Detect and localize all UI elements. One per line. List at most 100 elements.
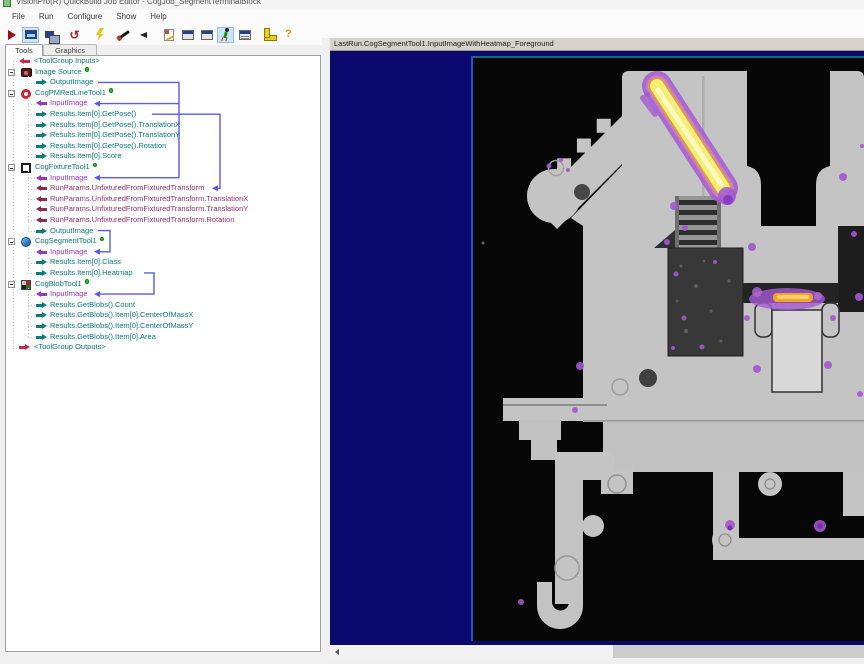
status-dot — [85, 279, 90, 284]
image-window-1-button[interactable] — [179, 27, 196, 43]
menu-help[interactable]: Help — [143, 11, 173, 23]
input-arrow-icon — [36, 185, 47, 192]
tree-row[interactable]: <ToolGroup Inputs> — [6, 56, 320, 67]
status-dot — [85, 67, 90, 72]
tree-row[interactable]: RunParams.UnfixturedFromFixturedTransfor… — [6, 204, 320, 215]
tree-row-label: RunParams.UnfixturedFromFixturedTransfor… — [50, 204, 248, 215]
tree-row[interactable]: Results.Item[0].Heatmap — [6, 268, 320, 279]
tree-row-label: CogSegmentTool1 — [35, 236, 104, 247]
tree-row[interactable]: CogSegmentTool1 — [6, 236, 320, 247]
live2-icon — [45, 31, 54, 38]
status-dot — [109, 88, 114, 93]
image-window-2-button[interactable] — [198, 27, 215, 43]
tree-guide-line — [13, 61, 19, 62]
tree-row[interactable]: Results.Item[0].GetPose().TranslationX — [6, 120, 320, 131]
tree-row[interactable]: RunParams.UnfixturedFromFixturedTransfor… — [6, 215, 320, 226]
window-layout-button[interactable] — [236, 27, 253, 43]
tree-row[interactable]: InputImage — [6, 247, 320, 258]
output-arrow-icon — [36, 259, 47, 266]
tree-row-label: CogFixtureTool1 — [35, 162, 97, 173]
tree-row[interactable]: Results.Item[0].GetPose().Rotation — [6, 141, 320, 152]
tree-guide-line — [28, 263, 36, 264]
tree-guide-line — [28, 273, 36, 274]
tree-row[interactable]: CogBlobTool1 — [6, 279, 320, 290]
horizontal-scrollbar[interactable] — [330, 645, 864, 658]
tree-row[interactable]: Image Source — [6, 67, 320, 78]
bolt-icon — [95, 28, 104, 41]
output-arrow-icon — [19, 344, 30, 351]
tree-row[interactable]: CogPMRedLineTool1 — [6, 88, 320, 99]
live-display-all-button[interactable] — [41, 27, 58, 43]
tree-row[interactable]: Results.Item[0].GetPose() — [6, 109, 320, 120]
menu-run[interactable]: Run — [32, 11, 61, 23]
tree-row[interactable]: Results.GetBlobs().Count — [6, 300, 320, 311]
tree-guide-line — [28, 97, 29, 157]
tree-row[interactable]: <ToolGroup Outputs> — [6, 342, 320, 353]
panel-splitter[interactable] — [322, 38, 330, 658]
tree-row-label: InputImage — [50, 289, 88, 300]
tree-row[interactable]: Results.Item[0].Score — [6, 151, 320, 162]
tree-guide-line — [28, 178, 36, 179]
tree-row-label: RunParams.UnfixturedFromFixturedTransfor… — [50, 194, 248, 205]
image-view-title: LastRun.CogSegmentTool1.InputImageWithHe… — [334, 39, 554, 48]
win-icon — [182, 30, 194, 40]
tree-row-label: Results.GetBlobs().Item[0].CenterOfMassY — [50, 321, 193, 332]
tool-tree-panel: <ToolGroup Inputs>Image SourceOutputImag… — [5, 55, 321, 652]
tree-row-label: InputImage — [50, 247, 88, 258]
tree-row[interactable]: Results.Item[0].Class — [6, 257, 320, 268]
pointer-button[interactable] — [135, 27, 152, 43]
tree-row[interactable]: OutputImage — [6, 77, 320, 88]
job-document-button[interactable] — [160, 27, 177, 43]
title-bar: VisionPro(R) QuickBuild Job Editor - Cog… — [0, 0, 864, 10]
tree-row[interactable]: OutputImage — [6, 226, 320, 237]
job-run-mode-button[interactable] — [217, 27, 234, 43]
scrollbar-thumb[interactable] — [613, 645, 864, 658]
menu-file[interactable]: File — [5, 11, 32, 23]
win-icon — [201, 30, 213, 40]
winlist-icon — [239, 30, 251, 40]
tree-guide-line — [28, 199, 36, 200]
tree-row[interactable]: Results.GetBlobs().Item[0].Area — [6, 332, 320, 343]
tree-row-label: Results.GetBlobs().Item[0].Area — [50, 332, 156, 343]
pmredline-tool-icon — [21, 89, 31, 99]
tree-row-label: Results.Item[0].GetPose().TranslationX — [50, 120, 180, 131]
app-icon — [3, 0, 11, 7]
tree-row-label: OutputImage — [50, 226, 93, 237]
pointer-icon — [140, 32, 147, 38]
tree-row[interactable]: CogFixtureTool1 — [6, 162, 320, 173]
help-button[interactable]: ? — [280, 27, 297, 43]
run-job-button[interactable] — [3, 27, 20, 43]
input-arrow-icon — [36, 217, 47, 224]
blob-tool-icon — [21, 280, 31, 290]
paintbrush-button[interactable] — [116, 27, 133, 43]
tree-row[interactable]: RunParams.UnfixturedFromFixturedTransfor… — [6, 183, 320, 194]
tree-row-label: OutputImage — [50, 77, 93, 88]
menu-configure[interactable]: Configure — [61, 11, 110, 23]
image-display-area[interactable] — [330, 51, 864, 645]
profiler-button[interactable] — [261, 27, 278, 43]
scroll-left-button[interactable] — [330, 645, 343, 658]
reset-button[interactable]: ↺ — [66, 27, 83, 43]
live-display-button[interactable] — [22, 27, 39, 43]
tree-row-label: <ToolGroup Outputs> — [34, 342, 106, 353]
status-dot — [100, 237, 105, 242]
tree-row[interactable]: InputImage — [6, 173, 320, 184]
tree-row-label: Results.Item[0].GetPose().TranslationY — [50, 130, 180, 141]
tree-guide-line — [28, 305, 36, 306]
tree-row[interactable]: InputImage — [6, 289, 320, 300]
tree-row[interactable]: RunParams.UnfixturedFromFixturedTransfor… — [6, 194, 320, 205]
trigger-button[interactable] — [91, 27, 108, 43]
tree-row-label: Image Source — [35, 67, 89, 78]
menu-show[interactable]: Show — [109, 11, 143, 23]
tree-guide-line — [28, 146, 36, 147]
tree-row[interactable]: InputImage — [6, 98, 320, 109]
tree-row[interactable]: Results.Item[0].GetPose().TranslationY — [6, 130, 320, 141]
tree-guide-line — [28, 189, 36, 190]
tree-guide-line — [28, 316, 36, 317]
tree-row-label: Results.Item[0].Score — [50, 151, 122, 162]
brush-icon — [119, 30, 130, 39]
tab-tools[interactable]: Tools — [5, 44, 43, 56]
tree-row[interactable]: Results.GetBlobs().Item[0].CenterOfMassY — [6, 321, 320, 332]
tree-row[interactable]: Results.GetBlobs().Item[0].CenterOfMassX — [6, 310, 320, 321]
input-arrow-icon — [36, 291, 47, 298]
